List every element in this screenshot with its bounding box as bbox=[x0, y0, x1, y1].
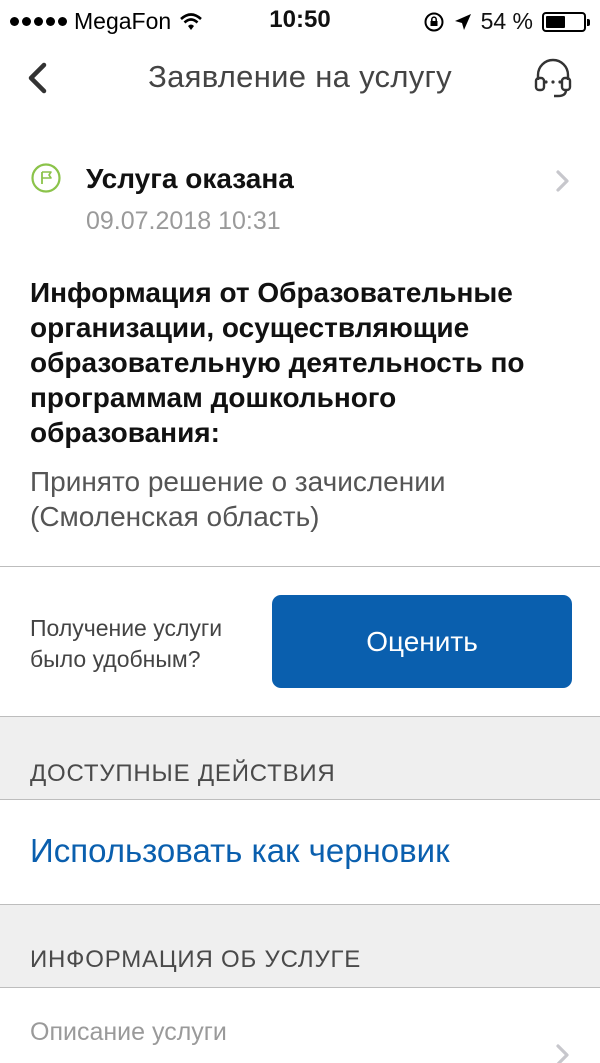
service-description-label[interactable]: Описание услуги bbox=[30, 1018, 227, 1047]
support-button[interactable] bbox=[530, 54, 576, 100]
use-as-draft-link[interactable]: Использовать как черновик bbox=[30, 832, 450, 870]
flag-status-icon bbox=[31, 163, 61, 193]
service-status-date: 09.07.2018 10:31 bbox=[86, 207, 281, 235]
rating-question: Получение услуги было удобным? bbox=[30, 615, 223, 672]
service-status-title: Услуга оказана bbox=[86, 163, 294, 194]
divider bbox=[0, 566, 600, 567]
actions-section-title: ДОСТУПНЫЕ ДЕЙСТВИЯ bbox=[30, 760, 336, 787]
rotation-lock-icon bbox=[424, 12, 444, 31]
navigation-bar: Заявление на услугу bbox=[0, 40, 600, 118]
rate-button[interactable]: Оценить bbox=[272, 595, 572, 688]
status-bar-right: 54 % bbox=[423, 8, 590, 35]
status-bar: MegaFon 10:50 54 % bbox=[0, 0, 600, 40]
info-text: Принято решение о зачислении (Смоленская… bbox=[30, 466, 446, 532]
info-heading: Информация от Образовательные организаци… bbox=[30, 277, 525, 448]
page-title: Заявление на услугу bbox=[148, 59, 452, 94]
battery-level-fill bbox=[546, 15, 566, 28]
chevron-right-icon bbox=[556, 1044, 569, 1063]
service-status-row[interactable]: Услуга оказана 09.07.2018 10:31 bbox=[0, 150, 600, 250]
headset-icon bbox=[534, 58, 572, 98]
location-arrow-icon bbox=[454, 13, 471, 30]
service-info-section-title: ИНФОРМАЦИЯ ОБ УСЛУГЕ bbox=[30, 946, 362, 973]
service-info-section-header: ИНФОРМАЦИЯ ОБ УСЛУГЕ bbox=[0, 904, 600, 988]
chevron-right-icon bbox=[556, 170, 569, 192]
battery-icon bbox=[542, 11, 590, 32]
service-info-block: Информация от Образовательные организаци… bbox=[30, 275, 575, 534]
battery-percent: 54 % bbox=[480, 8, 533, 34]
actions-section-header: ДОСТУПНЫЕ ДЕЙСТВИЯ bbox=[0, 716, 600, 800]
